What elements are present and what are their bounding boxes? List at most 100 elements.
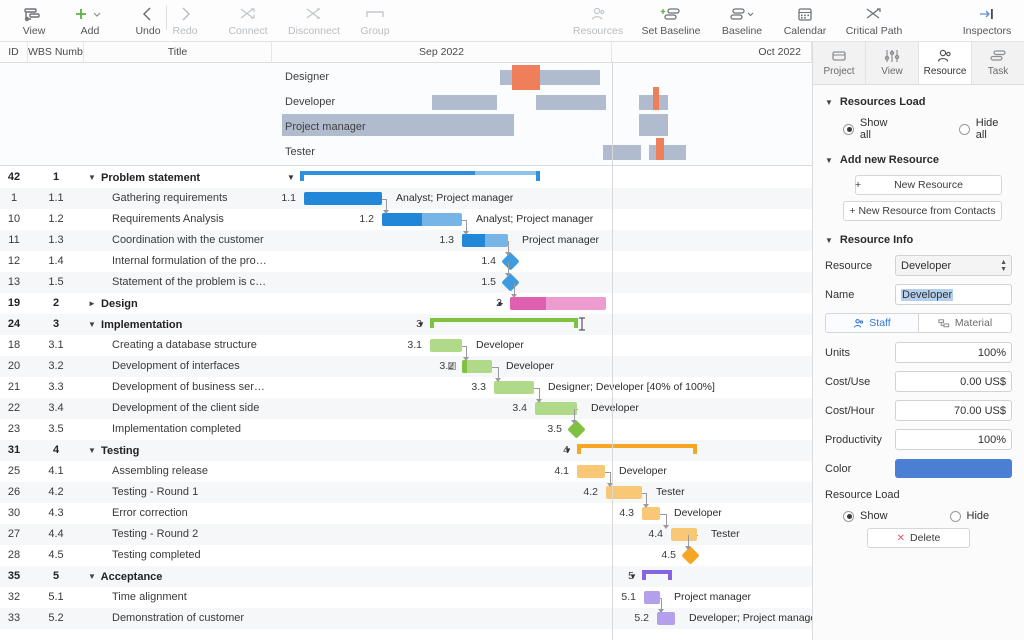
gantt-row[interactable]: 5.1Project manager <box>272 587 812 608</box>
gantt-task-bar[interactable] <box>577 465 605 478</box>
gantt-row[interactable]: 4.1Developer <box>272 461 812 482</box>
delete-resource-button[interactable]: ✕ Delete <box>867 528 970 548</box>
gantt-row[interactable]: 5▼ <box>272 566 812 587</box>
section-resource-info[interactable]: ▼ Resource Info <box>825 234 1012 246</box>
toolbar-disconnect-button[interactable]: Disconnect <box>281 0 347 42</box>
units-input[interactable]: 100% <box>895 342 1012 363</box>
new-resource-button[interactable]: + New Resource <box>855 175 1002 195</box>
toolbar-resources-button[interactable]: Resources <box>569 0 627 42</box>
toolbar-calendar-button[interactable]: Calendar <box>779 0 831 42</box>
cost-hour-input[interactable]: 70.00 US$ <box>895 400 1012 421</box>
gantt-task-bar[interactable] <box>535 402 577 415</box>
name-input[interactable]: Developer <box>895 284 1012 305</box>
radio-hide-all[interactable]: Hide all <box>959 117 1012 141</box>
gantt-task-bar[interactable] <box>671 528 697 541</box>
gantt-row[interactable]: 3▼ <box>272 314 812 335</box>
gantt-row[interactable]: 1.1Analyst; Project manager <box>272 188 812 209</box>
table-row[interactable]: 274.4Testing - Round 2 <box>0 524 272 545</box>
table-row[interactable]: 243▼ Implementation <box>0 314 272 335</box>
collapse-triangle-icon[interactable]: ▼ <box>86 440 98 461</box>
collapse-triangle-icon[interactable]: ▼ <box>86 167 98 188</box>
gantt-row[interactable]: 1.3Project manager <box>272 230 812 251</box>
gantt-collapse-triangle-icon[interactable]: ▼ <box>629 566 637 587</box>
gantt-expand-triangle-icon[interactable]: ► <box>497 293 505 314</box>
table-row[interactable]: 284.5Testing completed <box>0 545 272 566</box>
table-row[interactable]: 121.4Internal formulation of the proble.… <box>0 251 272 272</box>
radio-show-all[interactable]: Show all <box>843 117 901 141</box>
gantt-summary-bar[interactable] <box>642 570 672 580</box>
gantt-collapse-triangle-icon[interactable]: ▼ <box>417 314 425 335</box>
table-row[interactable]: 183.1Creating a database structure <box>0 335 272 356</box>
section-resources-load[interactable]: ▼ Resources Load <box>825 96 1012 108</box>
gantt-task-bar[interactable] <box>642 507 660 520</box>
gantt-task-bar[interactable] <box>462 360 492 373</box>
gantt-task-bar[interactable] <box>382 213 462 226</box>
gantt-row[interactable]: 3.4Developer <box>272 398 812 419</box>
toolbar-view-button[interactable]: View <box>14 0 54 42</box>
gantt-row[interactable]: 4▼ <box>272 440 812 461</box>
gantt-row[interactable]: 4.5 <box>272 545 812 566</box>
toolbar-undo-button[interactable]: Undo <box>130 0 166 42</box>
gantt-task-bar[interactable] <box>304 192 382 205</box>
radio-hide[interactable]: Hide <box>950 510 990 522</box>
table-row[interactable]: 421▼ Problem statement <box>0 167 272 188</box>
collapse-triangle-icon[interactable]: ▼ <box>86 566 98 587</box>
table-row[interactable]: 325.1Time alignment <box>0 587 272 608</box>
gantt-row[interactable]: 4.2Tester <box>272 482 812 503</box>
expand-triangle-icon[interactable]: ► <box>86 293 98 314</box>
tab-task[interactable]: Task <box>972 42 1024 84</box>
table-row[interactable]: 213.3Development of business services <box>0 377 272 398</box>
table-row[interactable]: 233.5Implementation completed <box>0 419 272 440</box>
radio-show[interactable]: Show <box>843 510 888 522</box>
table-row[interactable]: 254.1Assembling release <box>0 461 272 482</box>
gantt-task-bar[interactable] <box>644 591 660 604</box>
gantt-task-bar[interactable] <box>462 234 508 247</box>
cost-use-input[interactable]: 0.00 US$ <box>895 371 1012 392</box>
toolbar-redo-button[interactable]: Redo <box>167 0 203 42</box>
gantt-row[interactable]: ▼ <box>272 167 812 188</box>
gantt-summary-bar[interactable] <box>430 318 578 328</box>
table-row[interactable]: 101.2Requirements Analysis <box>0 209 272 230</box>
gantt-task-bar[interactable] <box>494 381 534 394</box>
gantt-row[interactable]: 3.2Developer▤ <box>272 356 812 377</box>
gantt-row[interactable]: 1.4 <box>272 251 812 272</box>
table-row[interactable]: 203.2Development of interfaces <box>0 356 272 377</box>
gantt-row[interactable]: 4.3Developer <box>272 503 812 524</box>
tab-resource[interactable]: Resource <box>919 42 972 84</box>
table-row[interactable]: 355▼ Acceptance <box>0 566 272 587</box>
table-row[interactable]: 223.4Development of the client side <box>0 398 272 419</box>
color-swatch[interactable] <box>895 459 1012 478</box>
table-row[interactable]: 192► Design <box>0 293 272 314</box>
task-note-icon[interactable]: ▤ <box>448 362 456 370</box>
gantt-task-bar[interactable] <box>510 297 606 310</box>
table-row[interactable]: 111.3Coordination with the customer <box>0 230 272 251</box>
table-row[interactable]: 264.2Testing - Round 1 <box>0 482 272 503</box>
section-add-new-resource[interactable]: ▼ Add new Resource <box>825 154 1012 166</box>
gantt-summary-bar[interactable] <box>300 171 540 181</box>
table-row[interactable]: 11.1Gathering requirements <box>0 188 272 209</box>
gantt-row[interactable]: 3.1Developer <box>272 335 812 356</box>
toolbar-group-button[interactable]: Group <box>353 0 397 42</box>
table-row[interactable]: 335.2Demonstration of customer <box>0 608 272 629</box>
toolbar-baseline-button[interactable]: Baseline <box>715 0 769 42</box>
gantt-task-bar[interactable] <box>430 339 462 352</box>
gantt-collapse-triangle-icon[interactable]: ▼ <box>287 167 295 188</box>
table-row[interactable]: 314▼ Testing <box>0 440 272 461</box>
column-header-id[interactable]: ID <box>0 42 28 63</box>
collapse-triangle-icon[interactable]: ▼ <box>86 314 98 335</box>
column-header-wbs[interactable]: WBS Number <box>28 42 84 63</box>
segment-material[interactable]: Material <box>919 313 1012 333</box>
tab-project[interactable]: Project <box>813 42 866 84</box>
new-resource-from-contacts-button[interactable]: + New Resource from Contacts <box>843 201 1002 221</box>
segment-staff[interactable]: Staff <box>825 313 919 333</box>
gantt-row[interactable]: 1.5 <box>272 272 812 293</box>
gantt-collapse-triangle-icon[interactable]: ▼ <box>564 440 572 461</box>
productivity-input[interactable]: 100% <box>895 429 1012 450</box>
gantt-task-bar[interactable] <box>657 612 675 625</box>
gantt-row[interactable]: 3.5 <box>272 419 812 440</box>
gantt-row[interactable]: 3.3Designer; Developer [40% of 100%] <box>272 377 812 398</box>
toolbar-add-button[interactable]: Add <box>68 0 112 42</box>
gantt-summary-bar[interactable] <box>577 444 697 454</box>
gantt-row[interactable]: 2► <box>272 293 812 314</box>
column-header-title[interactable]: Title <box>84 42 272 63</box>
